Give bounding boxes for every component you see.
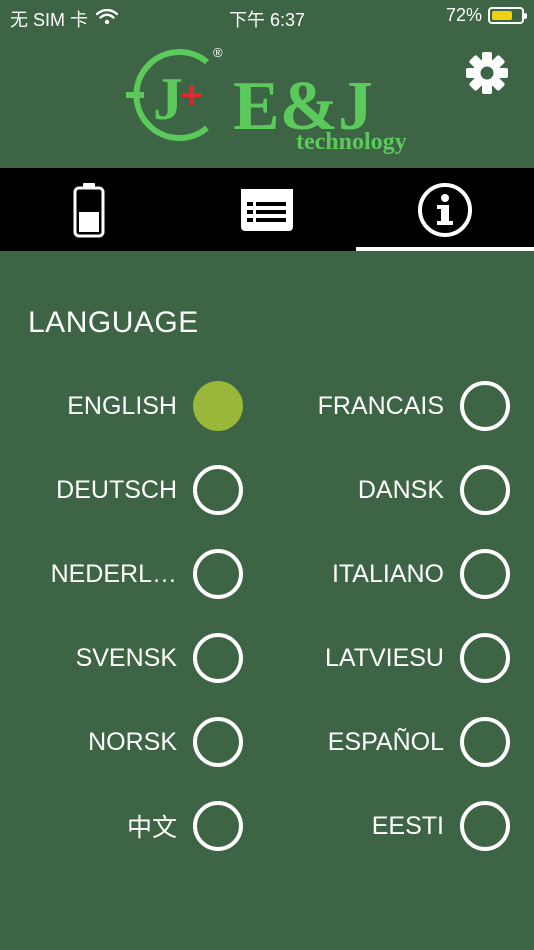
language-radio[interactable] [460,465,510,515]
language-radio[interactable] [193,381,243,431]
language-radio[interactable] [460,801,510,851]
language-radio[interactable] [193,717,243,767]
settings-button[interactable] [464,50,510,96]
battery-group: 72% [445,5,527,26]
language-label: SVENSK [75,643,177,672]
brand-tagline: technology [296,129,407,155]
language-row: NEDERL… ITALIANO [0,548,534,632]
brand-logo: J E&J technology ® [120,45,420,157]
language-option[interactable]: SVENSK [76,632,243,684]
list-icon [241,188,293,231]
language-radio[interactable] [193,465,243,515]
gear-icon [466,52,508,94]
language-option[interactable]: NORSK [88,716,243,768]
language-label: ENGLISH [67,391,177,420]
tab-info[interactable] [356,168,534,251]
battery-fill [492,11,513,20]
language-label: ESPAÑOL [327,727,444,756]
language-label: DEUTSCH [56,475,177,504]
language-option[interactable]: NEDERL… [51,548,243,600]
logo-cross-v [190,85,194,105]
language-option[interactable]: LATVIESU [325,632,510,684]
language-option[interactable]: 中文 [127,800,243,852]
language-radio[interactable] [193,633,243,683]
battery-nub [524,13,527,19]
language-label: NORSK [88,727,177,756]
language-row: 中文 EESTI [0,800,534,884]
language-radio[interactable] [193,801,243,851]
language-grid: ENGLISH FRANCAIS DEUTSCH DANSK NEDERL… ITALIA… [0,380,534,884]
info-icon [418,182,472,237]
language-label: ITALIANO [331,559,444,588]
language-row: DEUTSCH DANSK [0,464,534,548]
language-label: FRANCAIS [317,391,444,420]
language-label: 中文 [126,814,177,842]
language-radio[interactable] [460,633,510,683]
tab-indicator [356,247,534,251]
language-option[interactable]: EESTI [372,800,510,852]
tab-battery[interactable] [0,168,178,251]
language-radio[interactable] [460,381,510,431]
section-title: LANGUAGE [28,306,199,339]
status-bar: 无 SIM 卡 下午 6:37 72% [0,0,534,34]
language-option[interactable]: ENGLISH [67,380,243,432]
language-option[interactable]: FRANCAIS [318,380,510,432]
tab-list[interactable] [178,168,356,251]
language-label: LATVIESU [324,643,444,672]
battery-percent: 72% [445,5,482,25]
language-label: NEDERL… [50,559,177,588]
language-radio[interactable] [460,549,510,599]
language-label: EESTI [371,811,444,840]
language-row: SVENSK LATVIESU [0,632,534,716]
language-label: DANSK [357,475,444,504]
language-option[interactable]: ITALIANO [332,548,510,600]
status-battery-icon [488,7,527,24]
language-radio[interactable] [193,549,243,599]
language-row: ENGLISH FRANCAIS [0,380,534,464]
language-option[interactable]: ESPAÑOL [328,716,510,768]
language-row: NORSK ESPAÑOL [0,716,534,800]
language-radio[interactable] [460,717,510,767]
language-option[interactable]: DANSK [358,464,510,516]
language-option[interactable]: DEUTSCH [56,464,243,516]
tab-bar [0,168,534,251]
registered-mark: ® [213,45,223,60]
logo-monogram: J [153,66,183,132]
battery-icon [73,182,105,237]
